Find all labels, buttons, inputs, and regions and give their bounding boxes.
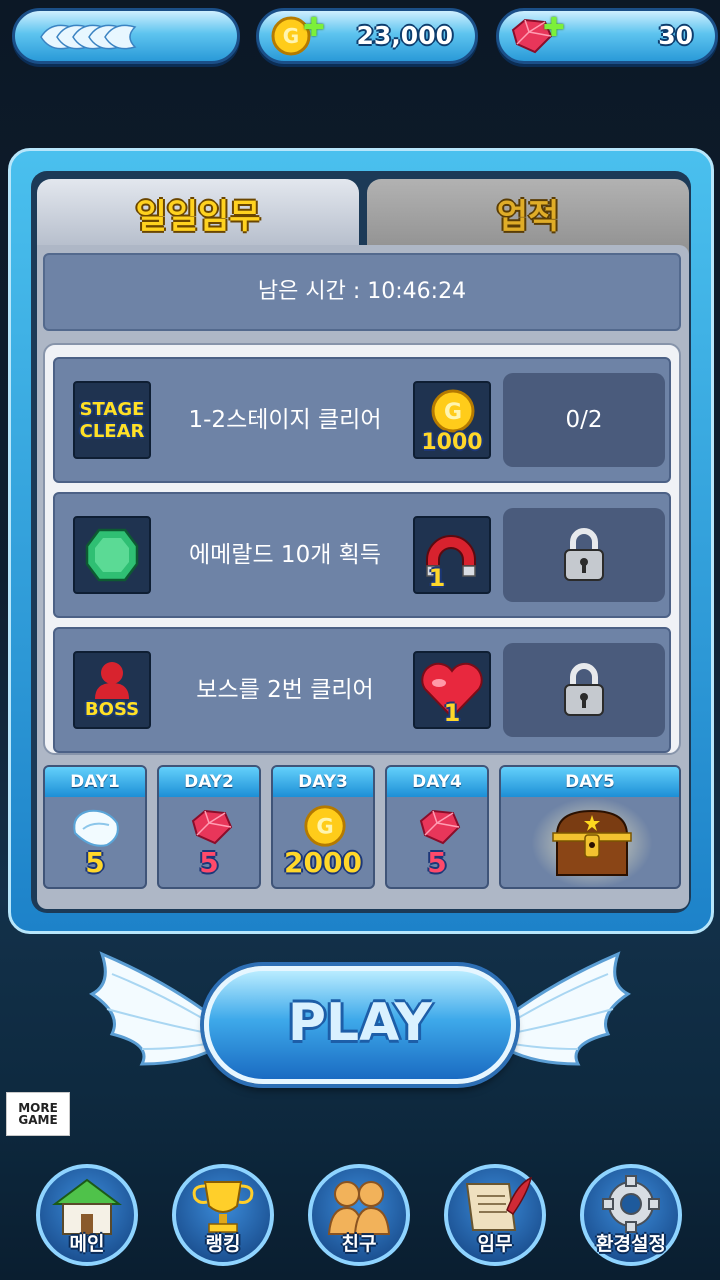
add-gem-icon[interactable]: ✚ — [543, 13, 565, 43]
svg-text:G: G — [316, 814, 333, 839]
nav-main[interactable]: 메인 — [36, 1164, 138, 1266]
day-label: DAY5 — [501, 767, 679, 797]
mission-row: BOSS 보스를 2번 클리어 1 — [53, 627, 671, 753]
gold-coin-icon: G — [431, 389, 475, 433]
play-button[interactable]: PLAY — [204, 966, 516, 1084]
mission-panel: 일일임무 업적 남은 시간 : 10:46:24 STAGE CLEAR 1-2… — [8, 148, 714, 934]
day-value: 5 — [85, 846, 105, 879]
gold-counter[interactable]: G ✚ 23,000 — [256, 8, 478, 64]
day-reward-4[interactable]: DAY4 5 — [385, 765, 489, 889]
reward-magnet: 1 — [413, 516, 491, 594]
reward-heart: 1 — [413, 651, 491, 729]
boss-icon-label: BOSS — [84, 699, 140, 720]
reward-value: 1 — [428, 564, 446, 592]
padlock-icon — [564, 528, 604, 581]
more-game-button[interactable]: MORE GAME — [6, 1092, 70, 1136]
gem-value: 30 — [658, 21, 693, 50]
play-label: PLAY — [287, 993, 433, 1053]
day-label: DAY3 — [273, 767, 373, 797]
mission-text: 보스를 2번 클리어 — [196, 677, 374, 703]
day-label: DAY1 — [45, 767, 145, 797]
remaining-time: 남은 시간 : 10:46:24 — [43, 253, 681, 331]
padlock-icon — [564, 663, 604, 716]
feather-counter[interactable] — [12, 8, 240, 64]
day-label: DAY4 — [387, 767, 487, 797]
mission-list: STAGE CLEAR 1-2스테이지 클리어 G 1000 0/2 에메랄드 … — [43, 343, 681, 755]
svg-text:G: G — [444, 400, 462, 425]
gold-coin-icon: G — [304, 805, 346, 847]
treasure-chest-icon — [552, 809, 632, 876]
boss-icon: BOSS — [73, 651, 151, 729]
day-value: 2000 — [284, 846, 362, 879]
reward-gold: G 1000 — [413, 381, 491, 459]
ruby-gem-icon — [191, 809, 233, 845]
nav-settings[interactable]: 환경설정 — [580, 1164, 682, 1266]
nav-label: 임무 — [477, 1233, 513, 1255]
stage-clear-icon-line1: STAGE — [79, 399, 145, 420]
mission-progress: 0/2 — [503, 373, 665, 467]
mission-row: STAGE CLEAR 1-2스테이지 클리어 G 1000 0/2 — [53, 357, 671, 483]
gem-counter[interactable]: ✚ 30 — [496, 8, 718, 64]
emerald-icon — [73, 516, 151, 594]
mission-row: 에메랄드 10개 획득 1 — [53, 492, 671, 618]
nav-ranking[interactable]: 랭킹 — [172, 1164, 274, 1266]
day-value: 5 — [199, 846, 219, 879]
svg-text:G: G — [283, 24, 299, 48]
nav-label: 랭킹 — [205, 1233, 241, 1255]
day-reward-2[interactable]: DAY2 5 — [157, 765, 261, 889]
ruby-gem-icon — [419, 809, 461, 845]
tab-content: 남은 시간 : 10:46:24 STAGE CLEAR 1-2스테이지 클리어… — [37, 245, 689, 909]
stage-clear-icon-line2: CLEAR — [79, 421, 145, 442]
day-label: DAY2 — [159, 767, 259, 797]
day-reward-5[interactable]: DAY5 — [499, 765, 681, 889]
mission-text: 1-2스테이지 클리어 — [188, 407, 382, 433]
gold-value: 23,000 — [356, 21, 453, 50]
add-gold-icon[interactable]: ✚ — [303, 13, 325, 43]
nav-label: 친구 — [341, 1233, 377, 1255]
mission-panel-inner: 일일임무 업적 남은 시간 : 10:46:24 STAGE CLEAR 1-2… — [31, 171, 691, 913]
day-reward-3[interactable]: DAY3 G 2000 — [271, 765, 375, 889]
day-reward-1[interactable]: DAY1 5 — [43, 765, 147, 889]
mission-text: 에메랄드 10개 획득 — [188, 542, 381, 568]
nav-missions[interactable]: 임무 — [444, 1164, 546, 1266]
nav-label: 메인 — [69, 1233, 105, 1255]
reward-value: 1 — [443, 699, 461, 727]
mission-locked — [503, 508, 665, 602]
stage-clear-icon: STAGE CLEAR — [73, 381, 151, 459]
feathers-icon — [40, 24, 137, 50]
gear-icon — [602, 1175, 660, 1233]
day-value: 5 — [427, 846, 447, 879]
mission-locked — [503, 643, 665, 737]
nav-label: 환경설정 — [596, 1233, 666, 1255]
nav-friends[interactable]: 친구 — [308, 1164, 410, 1266]
reward-value: 1000 — [421, 430, 483, 455]
more-game-line2: GAME — [18, 1113, 58, 1127]
